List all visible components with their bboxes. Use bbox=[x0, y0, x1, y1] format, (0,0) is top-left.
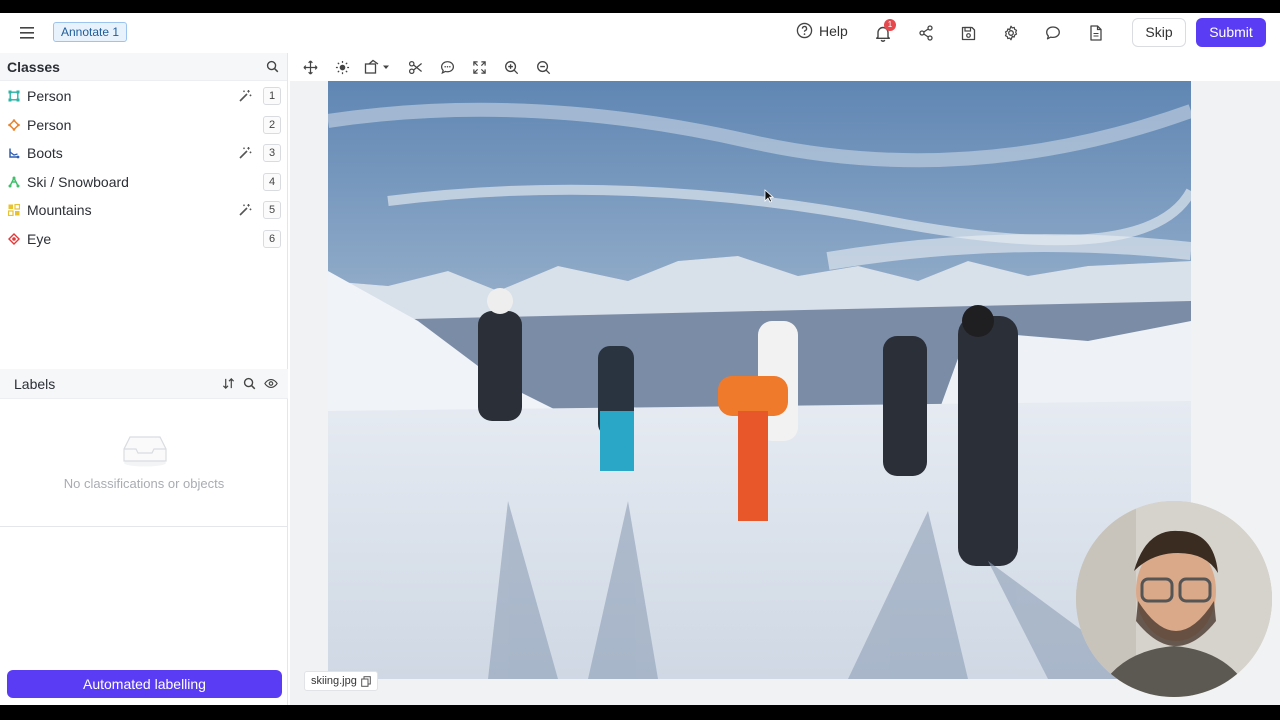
mouse-cursor-icon bbox=[764, 189, 774, 203]
filename-text: skiing.jpg bbox=[311, 675, 357, 687]
hotkey-badge: 3 bbox=[263, 144, 281, 162]
canvas-toolbar bbox=[290, 53, 1280, 81]
top-bar: Annotate 1 Help 1 Skip Submit bbox=[0, 13, 1280, 53]
bounding-box-icon bbox=[8, 90, 20, 102]
labels-empty-state: No classifications or objects bbox=[0, 399, 288, 527]
brightness-icon[interactable] bbox=[333, 58, 351, 76]
filename-chip: skiing.jpg bbox=[304, 671, 378, 691]
class-item-boots[interactable]: Boots 3 bbox=[0, 139, 287, 168]
fit-to-screen-icon[interactable] bbox=[470, 58, 488, 76]
automated-labelling-button[interactable]: Automated labelling bbox=[7, 670, 282, 698]
document-icon[interactable] bbox=[1086, 23, 1106, 43]
class-name: Person bbox=[27, 88, 72, 105]
skip-button[interactable]: Skip bbox=[1132, 18, 1186, 47]
hotkey-badge: 1 bbox=[263, 87, 281, 105]
hotkey-badge: 2 bbox=[263, 115, 281, 134]
keypoint-skeleton-icon bbox=[8, 176, 20, 188]
copy-icon[interactable] bbox=[361, 675, 371, 687]
class-name: Eye bbox=[27, 230, 52, 247]
annotation-app: Annotate 1 Help 1 Skip Submit Classes Pe… bbox=[0, 13, 1280, 705]
class-item-person-box[interactable]: Person 1 bbox=[0, 82, 287, 111]
help-button[interactable]: Help bbox=[796, 22, 848, 39]
zoom-in-icon[interactable] bbox=[502, 58, 520, 76]
labels-title: Labels bbox=[14, 375, 56, 392]
settings-gear-icon[interactable] bbox=[1001, 23, 1021, 43]
magic-wand-icon[interactable] bbox=[238, 203, 252, 217]
magic-wand-icon[interactable] bbox=[238, 146, 252, 160]
zoom-out-icon[interactable] bbox=[534, 58, 552, 76]
search-icon[interactable] bbox=[243, 377, 256, 390]
class-item-mountains[interactable]: Mountains 5 bbox=[0, 196, 287, 225]
magic-wand-icon[interactable] bbox=[238, 89, 252, 103]
empty-inbox-icon bbox=[123, 436, 167, 467]
segmentation-grid-icon bbox=[8, 204, 20, 217]
hotkey-badge: 5 bbox=[263, 201, 281, 219]
class-name: Person bbox=[27, 116, 72, 133]
shape-tool-dropdown[interactable] bbox=[364, 58, 390, 76]
class-item-eye[interactable]: Eye 6 bbox=[0, 225, 287, 254]
class-name: Boots bbox=[27, 145, 63, 162]
left-panel: Classes Person 1 Person 2 Boots 3 Ski / … bbox=[0, 53, 288, 705]
task-badge: Annotate 1 bbox=[53, 22, 128, 42]
classes-list: Person 1 Person 2 Boots 3 Ski / Snowboar… bbox=[0, 81, 287, 253]
labels-header: Labels bbox=[0, 369, 288, 399]
class-item-person-polygon[interactable]: Person 2 bbox=[0, 111, 287, 140]
point-icon bbox=[8, 232, 20, 245]
sort-icon[interactable] bbox=[222, 377, 235, 390]
hotkey-badge: 6 bbox=[263, 229, 281, 248]
empty-state-text: No classifications or objects bbox=[63, 476, 225, 491]
presenter-webcam-overlay bbox=[1076, 501, 1272, 697]
class-name: Mountains bbox=[27, 202, 92, 219]
notification-count-badge: 1 bbox=[884, 19, 896, 31]
class-item-ski-snowboard[interactable]: Ski / Snowboard 4 bbox=[0, 168, 287, 197]
classes-title: Classes bbox=[7, 58, 60, 75]
hotkey-badge: 4 bbox=[263, 172, 281, 191]
menu-icon[interactable] bbox=[18, 23, 38, 43]
class-name: Ski / Snowboard bbox=[27, 173, 129, 190]
comment-tool-icon[interactable] bbox=[438, 58, 456, 76]
polygon-icon bbox=[8, 118, 20, 131]
save-icon[interactable] bbox=[958, 23, 978, 43]
share-icon[interactable] bbox=[916, 23, 936, 43]
submit-button[interactable]: Submit bbox=[1196, 18, 1266, 47]
eye-visibility-icon[interactable] bbox=[264, 377, 278, 390]
help-label: Help bbox=[819, 22, 848, 39]
help-icon bbox=[796, 22, 813, 39]
search-icon[interactable] bbox=[266, 60, 279, 73]
move-pan-icon[interactable] bbox=[301, 58, 319, 76]
scissors-icon[interactable] bbox=[406, 58, 424, 76]
image-to-annotate[interactable] bbox=[328, 81, 1191, 679]
polyline-icon bbox=[8, 147, 20, 159]
comment-icon[interactable] bbox=[1043, 23, 1063, 43]
classes-header: Classes bbox=[0, 53, 287, 81]
